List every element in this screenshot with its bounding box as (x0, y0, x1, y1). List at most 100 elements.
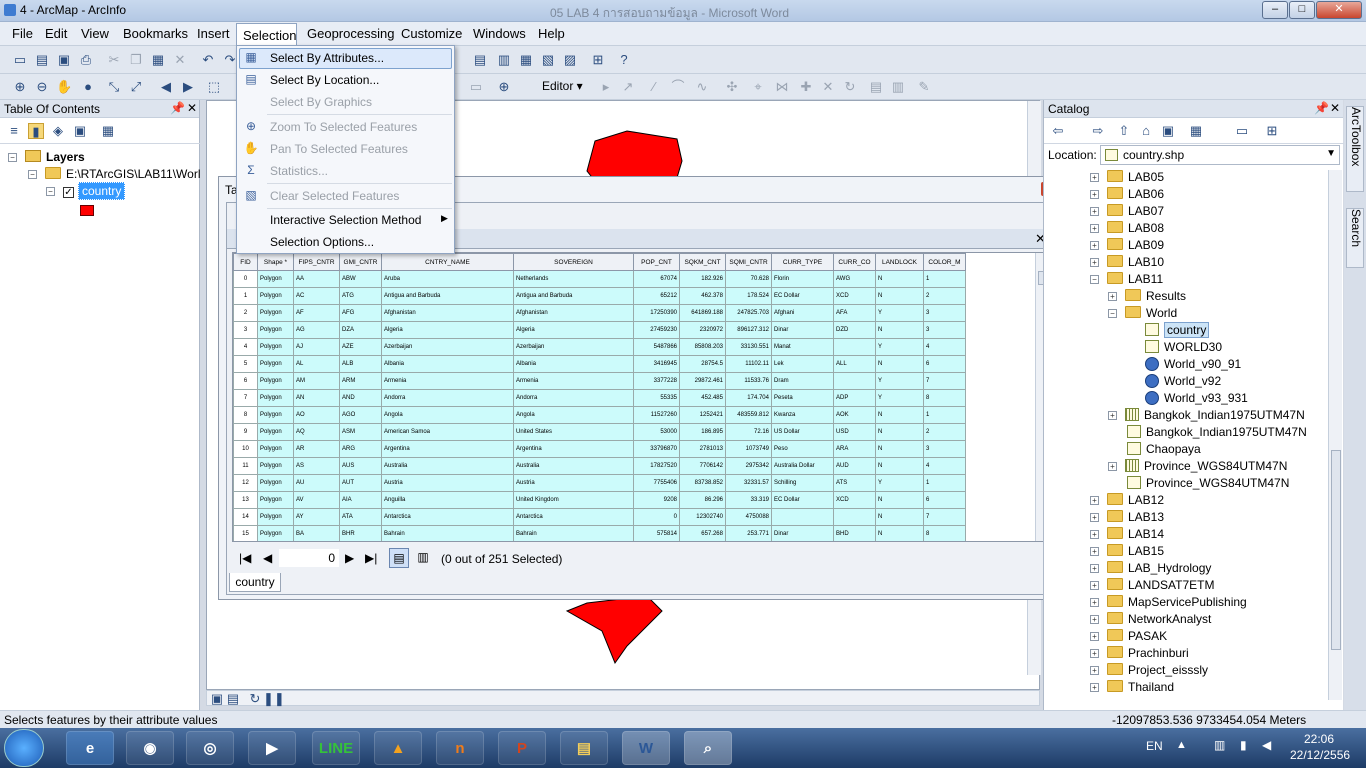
table-cell[interactable]: Azerbaijan (381, 338, 514, 356)
table-cell[interactable]: 33796870 (633, 440, 680, 458)
table-row[interactable]: 6 Polygon AM ARM Armenia Armenia 3377228 29872.… (233, 372, 966, 390)
rotate-icon[interactable]: ↻ (842, 79, 858, 95)
table-cell[interactable]: 7 (923, 508, 966, 526)
edit-vertices-icon[interactable]: ⌖ (750, 79, 766, 95)
connect-folder-icon[interactable]: ▣ (1160, 123, 1176, 139)
catalog-item[interactable]: + LAB07 (1090, 204, 1164, 218)
menu-clear-selected[interactable]: Clear Selected Features (270, 189, 399, 203)
table-cell[interactable]: DZD (833, 321, 876, 339)
table-cell[interactable]: AGO (339, 406, 382, 424)
show-all-records-icon[interactable]: ▤ (389, 548, 409, 568)
table-cell[interactable]: 462.378 (679, 287, 726, 305)
catalog-item[interactable]: + LAB15 (1090, 544, 1164, 558)
table-cell[interactable]: AWG (833, 270, 876, 288)
forward-icon[interactable]: ⇨ (1090, 123, 1106, 139)
editor-menu[interactable]: Editor ▾ (542, 79, 583, 93)
catalog-item[interactable]: Chaopaya (1108, 442, 1201, 456)
table-cell[interactable]: EC Dollar (771, 287, 834, 305)
table-cell[interactable]: 174.704 (725, 389, 772, 407)
previous-record-icon[interactable]: ◀ (263, 551, 272, 565)
table-cell[interactable]: AZE (339, 338, 382, 356)
edit-tool-icon[interactable]: ▸ (598, 79, 614, 95)
table-cell[interactable]: American Samoa (381, 423, 514, 441)
table-cell[interactable]: Florin (771, 270, 834, 288)
table-cell[interactable]: 2 (923, 423, 966, 441)
table-cell[interactable]: DZA (339, 321, 382, 339)
table-cell[interactable]: 6 (923, 355, 966, 373)
back-extent-icon[interactable]: ◀ (158, 79, 174, 95)
table-cell[interactable]: Dinar (771, 525, 834, 541)
table-cell[interactable]: Polygon (257, 287, 294, 305)
table-cell[interactable]: 3416945 (633, 355, 680, 373)
table-cell[interactable]: 9 (233, 423, 258, 441)
location-combo[interactable]: country.shp ▼ (1100, 145, 1340, 165)
table-cell[interactable]: N (875, 406, 924, 424)
table-cell[interactable]: 182.926 (679, 270, 726, 288)
table-row[interactable]: 12 Polygon AU AUT Austria Austria 7755406 83738… (233, 474, 966, 492)
table-cell[interactable]: 1 (923, 270, 966, 288)
table-cell[interactable]: 641869.188 (679, 304, 726, 322)
new-document-icon[interactable]: ▭ (12, 52, 28, 68)
catalog-item[interactable]: + LAB06 (1090, 187, 1164, 201)
table-cell[interactable]: 53000 (633, 423, 680, 441)
start-button[interactable] (4, 729, 44, 767)
table-cell[interactable]: AUD (833, 457, 876, 475)
home-icon[interactable]: ⌂ (1138, 123, 1154, 139)
table-cell[interactable]: Peso (771, 440, 834, 458)
table-cell[interactable]: 85808.203 (679, 338, 726, 356)
table-cell[interactable]: XCD (833, 491, 876, 509)
table-cell[interactable]: 14 (233, 508, 258, 526)
clock-date[interactable]: 22/12/2556 (1290, 748, 1350, 762)
table-cell[interactable]: 5487866 (633, 338, 680, 356)
expand-icon[interactable]: + (1090, 632, 1099, 641)
catalog-item[interactable]: Province_WGS84UTM47N (1108, 476, 1289, 490)
expand-icon[interactable]: + (1090, 530, 1099, 539)
table-cell[interactable]: Andorra (381, 389, 514, 407)
table-cell[interactable]: 6 (923, 491, 966, 509)
cut-icon[interactable]: ✂ (106, 52, 122, 68)
table-cell[interactable]: ALB (339, 355, 382, 373)
full-extent-icon[interactable]: ● (80, 79, 96, 95)
table-row[interactable]: 9 Polygon AQ ASM American Samoa United States… (233, 423, 966, 441)
expand-icon[interactable]: + (1090, 513, 1099, 522)
back-icon[interactable]: ⇦ (1050, 123, 1066, 139)
layout-view-icon[interactable]: ▤ (225, 691, 241, 707)
table-cell[interactable]: Manat (771, 338, 834, 356)
table-cell[interactable]: Antigua and Barbuda (513, 287, 634, 305)
column-header[interactable]: FID (233, 253, 258, 271)
table-cell[interactable]: Armenia (381, 372, 514, 390)
expand-icon[interactable]: + (1090, 666, 1099, 675)
table-cell[interactable]: 8 (233, 406, 258, 424)
catalog-item[interactable]: + Thailand (1090, 680, 1174, 694)
pin-icon[interactable]: 📌 (1314, 101, 1329, 115)
expand-icon[interactable]: + (1090, 224, 1099, 233)
table-cell[interactable]: 11527260 (633, 406, 680, 424)
zoom-in-icon[interactable]: ⊕ (12, 79, 28, 95)
table-cell[interactable]: 8 (923, 525, 966, 541)
layer-name[interactable]: country (78, 182, 126, 200)
column-header[interactable]: LANDLOCK (875, 253, 924, 271)
catalog-item[interactable]: + LAB_Hydrology (1090, 561, 1211, 575)
clock-time[interactable]: 22:06 (1304, 732, 1334, 746)
expand-icon[interactable]: + (1090, 173, 1099, 182)
catalog-item[interactable]: − LAB11 (1090, 272, 1163, 286)
menu-windows[interactable]: Windows (473, 26, 526, 41)
table-cell[interactable]: ARA (833, 440, 876, 458)
expand-icon[interactable]: + (1108, 462, 1117, 471)
volume-icon[interactable]: ◀ (1262, 738, 1271, 752)
table-cell[interactable]: Polygon (257, 406, 294, 424)
new-folder-icon[interactable]: ▭ (1234, 123, 1250, 139)
map-horizontal-scrollbar[interactable]: ▣ ▤ ↻ ❚❚ (206, 690, 1040, 706)
fixed-zoom-out-icon[interactable]: ⤢ (128, 79, 144, 95)
taskbar-word-icon[interactable]: W (622, 731, 670, 765)
catalog-item[interactable]: + LANDSAT7ETM (1090, 578, 1214, 592)
table-cell[interactable]: 29872.461 (679, 372, 726, 390)
table-cell[interactable]: 2781013 (679, 440, 726, 458)
table-cell[interactable]: 13 (233, 491, 258, 509)
record-position-input[interactable]: 0 (279, 549, 339, 567)
table-cell[interactable]: US Dollar (771, 423, 834, 441)
table-cell[interactable]: AR (293, 440, 340, 458)
chevron-down-icon[interactable]: ▼ (1326, 148, 1336, 159)
catalog-item[interactable]: + LAB08 (1090, 221, 1164, 235)
table-cell[interactable]: N (875, 355, 924, 373)
